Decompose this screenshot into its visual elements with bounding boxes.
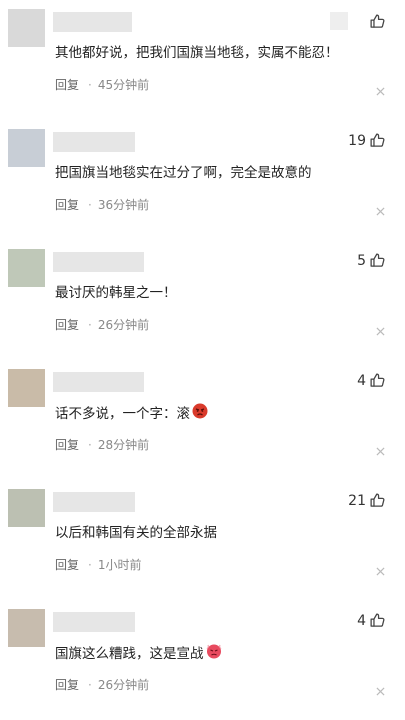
- separator-dot: ·: [88, 77, 92, 92]
- close-icon[interactable]: [376, 441, 385, 456]
- close-icon[interactable]: [376, 201, 385, 216]
- close-icon[interactable]: [376, 321, 385, 336]
- thumbs-up-icon[interactable]: [369, 612, 386, 629]
- separator-dot: ·: [88, 437, 92, 452]
- close-icon[interactable]: [376, 561, 385, 576]
- thumbs-up-icon[interactable]: [369, 132, 386, 149]
- comment-text: 国旗这么糟践，这是宣战: [55, 643, 222, 665]
- reply-button[interactable]: 回复: [55, 676, 79, 693]
- separator-dot: ·: [88, 677, 92, 692]
- comment-item: 4 话不多说，一个字：滚 回复 · 28分钟前: [0, 360, 405, 480]
- comment-text: 把国旗当地毯实在过分了啊，完全是故意的: [55, 163, 312, 183]
- thumbs-up-icon[interactable]: [369, 372, 386, 389]
- comment-text: 话不多说，一个字：滚: [55, 403, 208, 425]
- like-button[interactable]: [330, 12, 386, 30]
- username[interactable]: [53, 612, 135, 632]
- username[interactable]: [53, 252, 144, 272]
- like-count-blurred: [330, 12, 348, 30]
- like-count: 19: [348, 132, 366, 149]
- separator-dot: ·: [88, 557, 92, 572]
- reply-button[interactable]: 回复: [55, 316, 79, 333]
- comment-meta: 回复 · 36分钟前: [55, 196, 149, 213]
- like-count: 21: [348, 492, 366, 509]
- like-button[interactable]: 4: [356, 612, 386, 629]
- like-count: 4: [357, 612, 366, 629]
- timestamp: 36分钟前: [97, 198, 150, 212]
- timestamp: 1小时前: [97, 558, 142, 572]
- avatar[interactable]: [8, 129, 45, 167]
- avatar[interactable]: [8, 249, 45, 287]
- like-button[interactable]: 5: [356, 252, 386, 269]
- avatar[interactable]: [8, 489, 45, 527]
- reply-button[interactable]: 回复: [55, 436, 79, 453]
- timestamp: 26分钟前: [97, 678, 150, 692]
- comment-text: 最讨厌的韩星之一！: [55, 283, 177, 303]
- comment-meta: 回复 · 28分钟前: [55, 436, 149, 453]
- reply-button[interactable]: 回复: [55, 196, 79, 213]
- steaming-face-icon: [204, 643, 222, 665]
- username[interactable]: [53, 132, 135, 152]
- comment-meta: 回复 · 26分钟前: [55, 316, 149, 333]
- thumbs-up-icon[interactable]: [369, 252, 386, 269]
- comment-body: 把国旗当地毯实在过分了啊，完全是故意的: [55, 165, 312, 181]
- comment-item: 其他都好说，把我们国旗当地毯，实属不能忍！ 回复 · 45分钟前: [0, 0, 405, 120]
- timestamp: 26分钟前: [97, 318, 150, 332]
- thumbs-up-icon[interactable]: [369, 492, 386, 509]
- username[interactable]: [53, 492, 135, 512]
- comment-body: 其他都好说，把我们国旗当地毯，实属不能忍！: [55, 45, 339, 61]
- thumbs-up-icon[interactable]: [369, 13, 386, 30]
- reply-button[interactable]: 回复: [55, 76, 79, 93]
- close-icon[interactable]: [376, 681, 385, 696]
- separator-dot: ·: [88, 317, 92, 332]
- comment-meta: 回复 · 1小时前: [55, 556, 141, 573]
- separator-dot: ·: [88, 197, 92, 212]
- like-button[interactable]: 19: [348, 132, 386, 149]
- close-icon[interactable]: [376, 81, 385, 96]
- like-button[interactable]: 21: [348, 492, 386, 509]
- comment-text: 其他都好说，把我们国旗当地毯，实属不能忍！: [55, 43, 339, 63]
- comment-meta: 回复 · 45分钟前: [55, 76, 149, 93]
- comment-item: 21 以后和韩国有关的全部永据 回复 · 1小时前: [0, 480, 405, 600]
- comment-meta: 回复 · 26分钟前: [55, 676, 149, 693]
- avatar[interactable]: [8, 609, 45, 647]
- comment-text: 以后和韩国有关的全部永据: [55, 523, 217, 543]
- timestamp: 28分钟前: [97, 438, 150, 452]
- comment-item: 5 最讨厌的韩星之一！ 回复 · 26分钟前: [0, 240, 405, 360]
- avatar[interactable]: [8, 9, 45, 47]
- angry-face-icon: [190, 403, 208, 425]
- like-count: 5: [357, 252, 366, 269]
- comment-body: 国旗这么糟践，这是宣战: [55, 646, 204, 662]
- comment-body: 以后和韩国有关的全部永据: [55, 525, 217, 541]
- username[interactable]: [53, 12, 132, 32]
- comment-body: 话不多说，一个字：滚: [55, 406, 190, 422]
- like-count: 4: [357, 372, 366, 389]
- reply-button[interactable]: 回复: [55, 556, 79, 573]
- comment-item: 19 把国旗当地毯实在过分了啊，完全是故意的 回复 · 36分钟前: [0, 120, 405, 240]
- timestamp: 45分钟前: [97, 78, 150, 92]
- like-button[interactable]: 4: [356, 372, 386, 389]
- comment-body: 最讨厌的韩星之一！: [55, 285, 177, 301]
- avatar[interactable]: [8, 369, 45, 407]
- username[interactable]: [53, 372, 144, 392]
- comment-item: 4 国旗这么糟践，这是宣战 回复 · 26分钟前: [0, 600, 405, 720]
